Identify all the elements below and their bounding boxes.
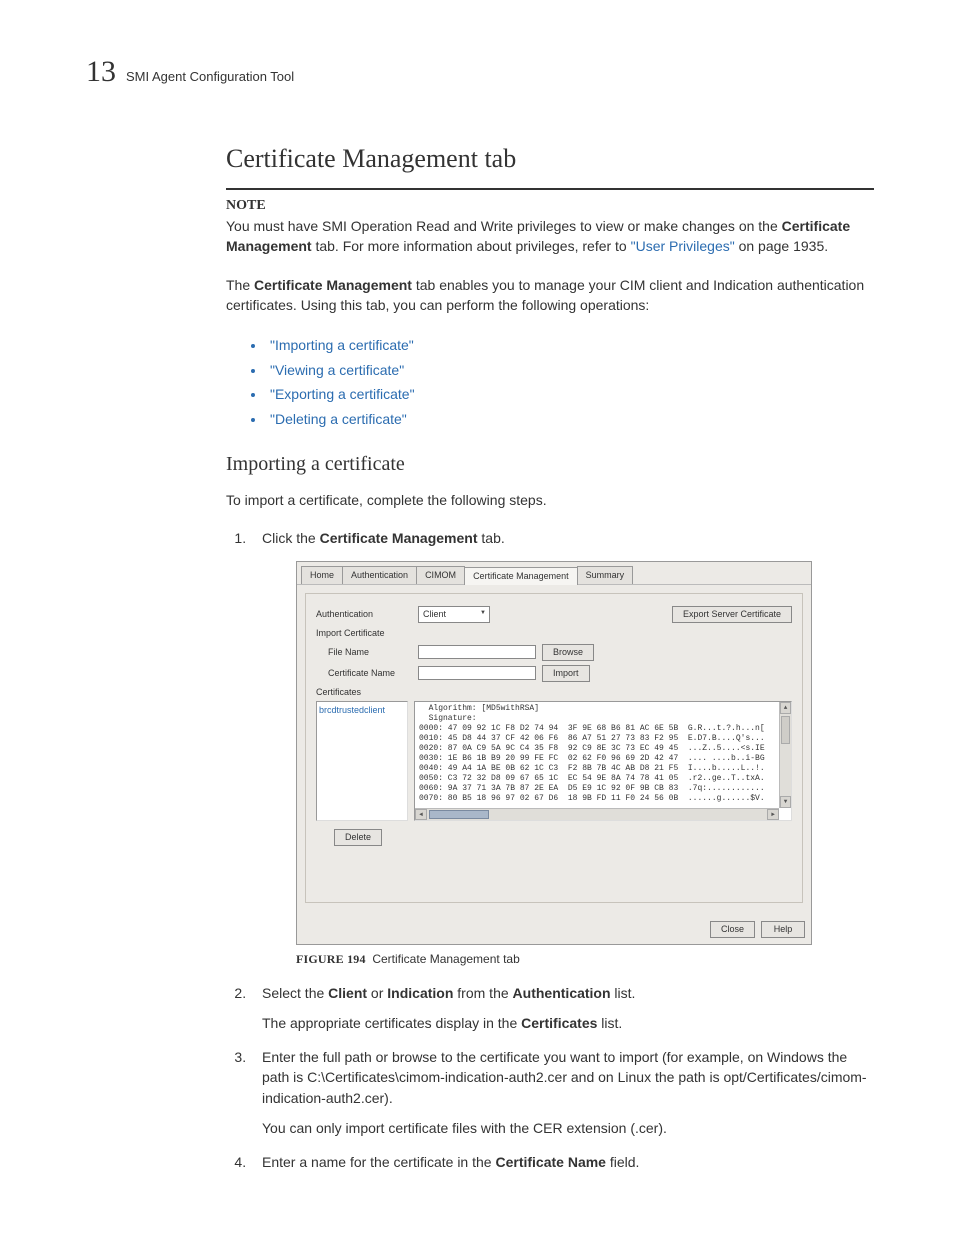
subsection-title: Importing a certificate	[226, 453, 874, 476]
certificate-detail-pane: Algorithm: [MD5withRSA] Signature: 0000:…	[414, 701, 792, 821]
step-1: Click the Certificate Management tab. Ho…	[250, 528, 874, 968]
figure-194: Home Authentication CIMOM Certificate Ma…	[296, 561, 812, 969]
rule	[226, 188, 874, 190]
tab-cimom[interactable]: CIMOM	[416, 566, 465, 584]
cert-name-field[interactable]	[418, 666, 536, 680]
cert-name-label: Certificate Name	[316, 667, 412, 680]
scroll-right-icon[interactable]: ►	[767, 809, 779, 820]
scroll-thumb-h[interactable]	[429, 810, 489, 819]
section-title: Certificate Management tab	[226, 144, 874, 174]
subsection-intro: To import a certificate, complete the fo…	[226, 490, 874, 510]
step-2: Select the Client or Indication from the…	[250, 983, 874, 1034]
scroll-up-icon[interactable]: ▲	[780, 702, 791, 714]
note-label: NOTE	[226, 198, 266, 213]
tab-home[interactable]: Home	[301, 566, 343, 584]
page-number: 13	[86, 55, 116, 89]
file-name-field[interactable]	[418, 645, 536, 659]
tab-authentication[interactable]: Authentication	[342, 566, 417, 584]
operations-list: "Importing a certificate" "Viewing a cer…	[226, 333, 874, 431]
tab-summary[interactable]: Summary	[577, 566, 634, 584]
import-button[interactable]: Import	[542, 665, 590, 682]
file-name-label: File Name	[316, 646, 412, 659]
screenshot-window: Home Authentication CIMOM Certificate Ma…	[296, 561, 812, 945]
auth-label: Authentication	[316, 608, 412, 621]
steps-list: Click the Certificate Management tab. Ho…	[226, 528, 874, 1172]
running-header: 13 SMI Agent Configuration Tool	[86, 55, 874, 89]
browse-button[interactable]: Browse	[542, 644, 594, 661]
step-3: Enter the full path or browse to the cer…	[250, 1047, 874, 1138]
scroll-thumb[interactable]	[781, 716, 790, 744]
step-4: Enter a name for the certificate in the …	[250, 1152, 874, 1172]
xref-exporting[interactable]: "Exporting a certificate"	[270, 386, 415, 402]
tab-certificate-management[interactable]: Certificate Management	[464, 567, 578, 585]
scroll-down-icon[interactable]: ▼	[780, 796, 791, 808]
vertical-scrollbar[interactable]: ▲ ▼	[779, 702, 791, 808]
xref-importing[interactable]: "Importing a certificate"	[270, 337, 414, 353]
xref-viewing[interactable]: "Viewing a certificate"	[270, 362, 404, 378]
scroll-left-icon[interactable]: ◄	[415, 809, 427, 820]
header-chapter: SMI Agent Configuration Tool	[126, 69, 294, 84]
export-server-cert-button[interactable]: Export Server Certificate	[672, 606, 792, 623]
note-text: You must have SMI Operation Read and Wri…	[226, 216, 874, 257]
certificates-list[interactable]: brcdtrustedclient	[316, 701, 408, 821]
certificates-label: Certificates	[316, 686, 792, 699]
xref-deleting[interactable]: "Deleting a certificate"	[270, 411, 407, 427]
note-block: NOTE You must have SMI Operation Read an…	[226, 196, 874, 257]
delete-button[interactable]: Delete	[334, 829, 382, 846]
horizontal-scrollbar[interactable]: ◄ ►	[415, 808, 779, 820]
import-group-label: Import Certificate	[316, 627, 792, 640]
help-button[interactable]: Help	[761, 921, 805, 938]
close-button[interactable]: Close	[710, 921, 755, 938]
auth-select[interactable]: Client	[418, 606, 490, 623]
intro-text: The Certificate Management tab enables y…	[226, 275, 874, 316]
certificate-item[interactable]: brcdtrustedclient	[319, 705, 385, 715]
xref-user-privileges[interactable]: "User Privileges"	[631, 238, 735, 254]
tab-bar: Home Authentication CIMOM Certificate Ma…	[297, 562, 811, 585]
figure-caption: FIGURE 194 Certificate Management tab	[296, 951, 812, 968]
